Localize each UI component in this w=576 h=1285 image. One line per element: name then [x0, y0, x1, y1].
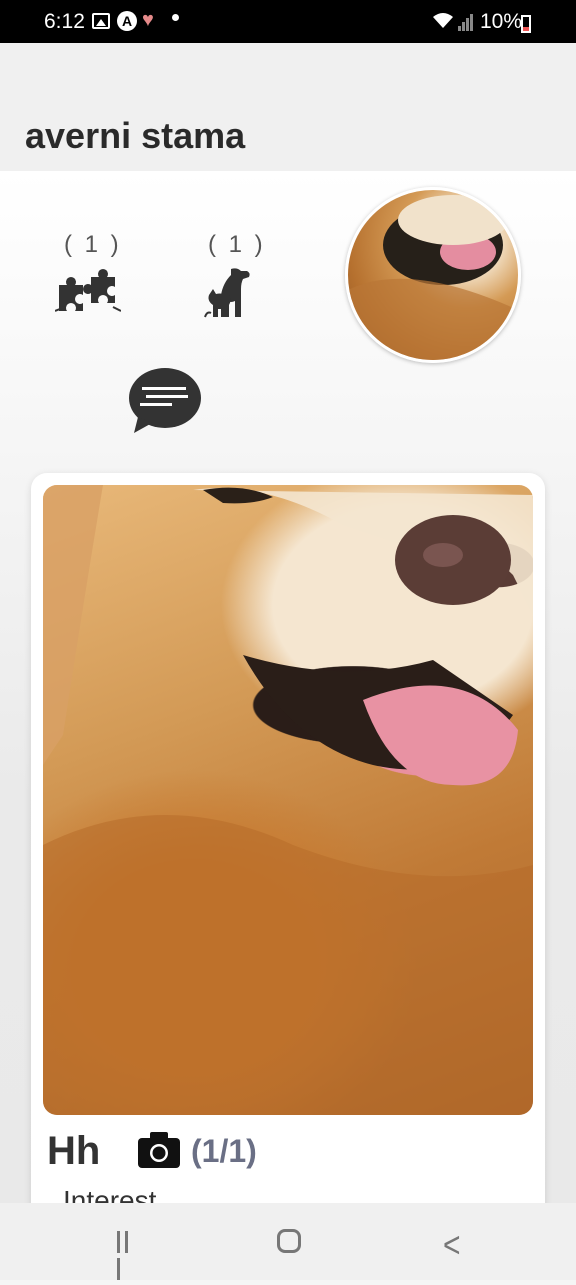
pet-name: Hh [47, 1129, 101, 1173]
back-icon[interactable]: < [443, 1226, 461, 1267]
gallery-icon [92, 13, 110, 29]
home-icon[interactable] [277, 1229, 301, 1253]
profile-content: ( 1 ) ( 1 ) Hh (1/1) Interest [0, 171, 576, 1233]
system-nav-bar: < [0, 1203, 576, 1280]
app-header: averni stama [0, 43, 576, 171]
dog-cat-icon[interactable] [203, 265, 259, 326]
pet-card[interactable]: Hh (1/1) Interest [31, 473, 545, 1233]
pets-count: ( 1 ) [208, 231, 266, 258]
status-time: 6:12 [44, 10, 85, 33]
app-a-icon: A [117, 11, 137, 31]
photo-counter: (1/1) [191, 1133, 257, 1169]
heart-pulse-icon: ♥ [142, 9, 154, 31]
matches-count: ( 1 ) [64, 231, 122, 258]
camera-icon[interactable] [138, 1132, 180, 1173]
page-title: averni stama [25, 115, 246, 156]
status-bar: 6:12 A ♥ 10% [0, 0, 576, 43]
profile-avatar[interactable] [345, 187, 521, 363]
signal-icon [458, 13, 474, 31]
battery-low-icon [521, 15, 531, 33]
battery-percent: 10% [480, 10, 523, 33]
pet-photo[interactable] [43, 485, 533, 1115]
wifi-icon [432, 12, 454, 35]
puzzle-pieces-icon[interactable] [54, 267, 122, 320]
recents-icon[interactable] [117, 1231, 139, 1280]
dot-icon [172, 14, 179, 21]
chat-bubble-icon[interactable] [128, 367, 202, 442]
